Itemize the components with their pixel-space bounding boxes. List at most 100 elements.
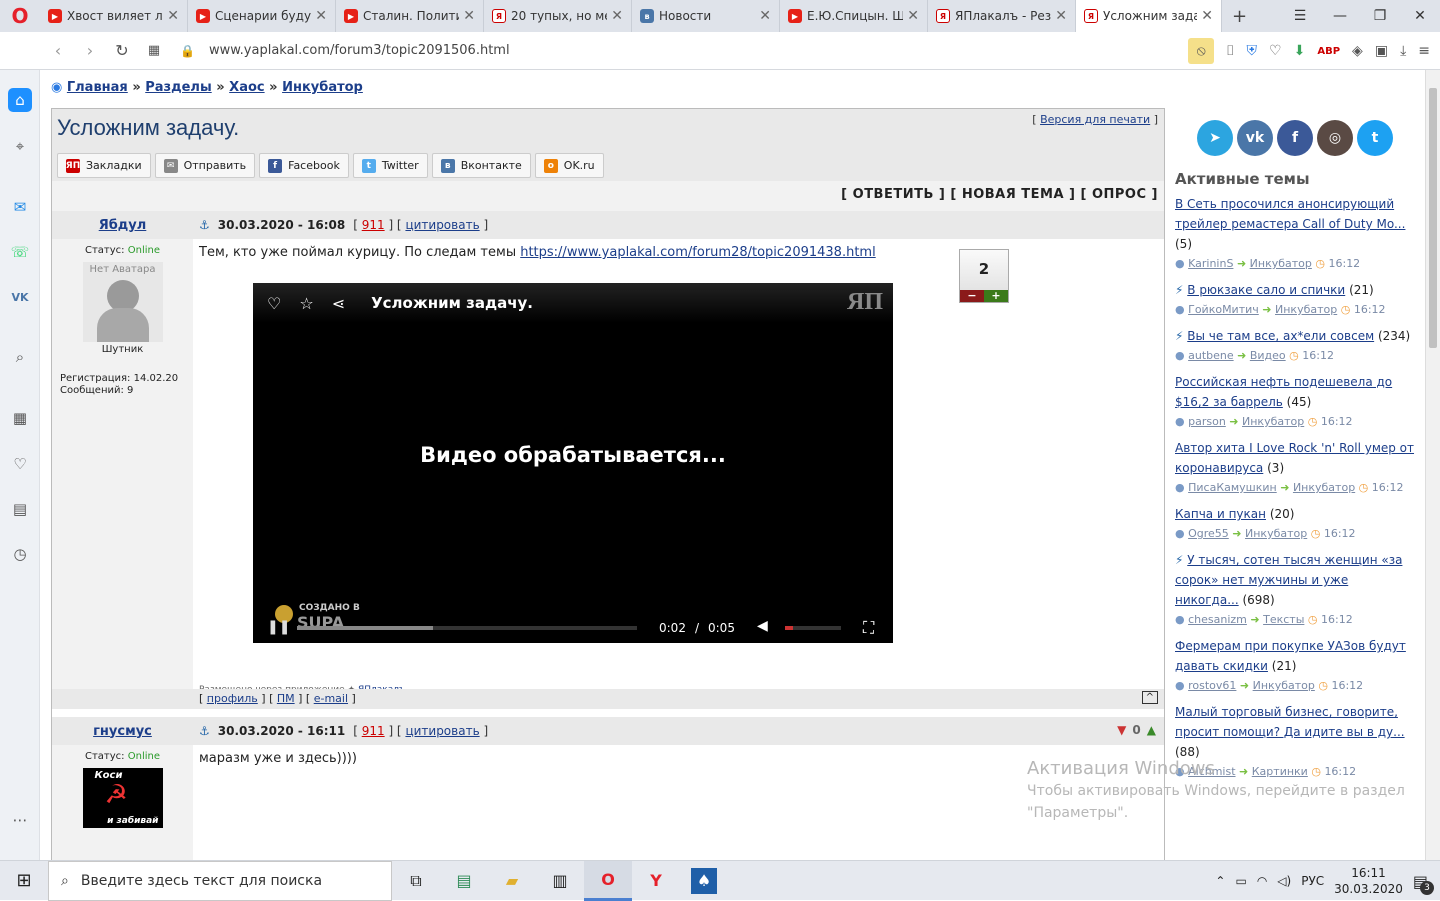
topic-author-link[interactable]: ГойкоМитич	[1188, 303, 1259, 316]
quote-link[interactable]: цитировать	[405, 218, 479, 232]
post-author[interactable]: гнусмус	[52, 724, 193, 739]
topic-section-link[interactable]: Инкубатор	[1253, 679, 1315, 692]
close-tab-icon[interactable]: ✕	[611, 8, 623, 24]
topic-author-link[interactable]: autbene	[1188, 349, 1234, 362]
extension-cube-icon[interactable]: ◈	[1352, 43, 1363, 59]
close-tab-icon[interactable]: ✕	[1055, 8, 1067, 24]
task-view-icon[interactable]: ⧉	[392, 861, 440, 901]
topic-author-link[interactable]: parson	[1188, 415, 1226, 428]
vpn-shield-icon[interactable]: ⛨	[1247, 43, 1258, 59]
history-icon[interactable]: ◷	[8, 542, 32, 566]
fullscreen-icon[interactable]: ⛶	[863, 618, 874, 638]
calculator-app-icon[interactable]: ▤	[440, 861, 488, 901]
whatsapp-icon[interactable]: ☏	[8, 240, 32, 264]
share-button[interactable]: о OK.ru	[534, 153, 604, 178]
topic-author-link[interactable]: KarininS	[1188, 257, 1233, 270]
browser-tab[interactable]: ЯЯПлакалъ - Резул✕	[928, 0, 1076, 32]
media-app-icon[interactable]: ▥	[536, 861, 584, 901]
active-topic-link[interactable]: Автор хита I Love Rock 'n' Roll умер от …	[1175, 441, 1414, 475]
active-topic-link[interactable]: В Сеть просочился анонсирующий трейлер р…	[1175, 197, 1405, 231]
topic-section-link[interactable]: Инкубатор	[1245, 527, 1307, 540]
breadcrumb-incubator[interactable]: Инкубатор	[282, 80, 363, 95]
vk-icon[interactable]: vk	[1237, 120, 1273, 156]
active-topic-link[interactable]: В рюкзаке сало и спички	[1187, 283, 1345, 297]
facebook-icon[interactable]: f	[1277, 120, 1313, 156]
minimize-icon[interactable]: —	[1320, 8, 1360, 24]
profile-link[interactable]: профиль	[207, 692, 258, 705]
close-tab-icon[interactable]: ✕	[759, 8, 771, 24]
yandex-browser-icon[interactable]: Y	[632, 861, 680, 901]
volume-icon[interactable]: ◁)	[1277, 874, 1291, 888]
post-number[interactable]: 911	[362, 218, 385, 232]
topic-author-link[interactable]: Ogre55	[1188, 527, 1229, 540]
volume-slider[interactable]	[785, 626, 841, 630]
close-tab-icon[interactable]: ✕	[167, 8, 179, 24]
opera-menu-icon[interactable]: O	[0, 0, 40, 32]
more-icon[interactable]: ⋯	[8, 808, 32, 832]
speed-dial-icon[interactable]: ▦	[138, 43, 170, 58]
progress-bar[interactable]	[297, 626, 637, 630]
bookmark-heart-icon[interactable]: ♡	[1269, 43, 1282, 59]
back-icon[interactable]: ‹	[42, 41, 74, 60]
topic-section-link[interactable]: Инкубатор	[1242, 415, 1304, 428]
topic-actions[interactable]: [ ОТВЕТИТЬ ] [ НОВАЯ ТЕМА ] [ ОПРОС ]	[52, 181, 1164, 211]
video-player[interactable]: ♡ ☆ ⋖ Усложним задачу. ЯП Видео обрабаты…	[253, 283, 893, 643]
abp-extension-icon[interactable]: ABP	[1317, 46, 1340, 57]
topic-author-link[interactable]: ПисаКамушкин	[1188, 481, 1277, 494]
breadcrumb-sections[interactable]: Разделы	[145, 80, 211, 95]
tab-menu-icon[interactable]: ☰	[1280, 8, 1320, 24]
network-icon[interactable]: ▭	[1235, 874, 1246, 888]
active-topic-link[interactable]: Малый торговый бизнес, говорите, просит …	[1175, 705, 1405, 739]
share-button[interactable]: t Twitter	[352, 153, 428, 178]
active-topic-link[interactable]: Вы че там все, ах*ели совсем	[1187, 329, 1374, 343]
close-tab-icon[interactable]: ✕	[315, 8, 327, 24]
notifications-icon[interactable]: ▤ 3	[1413, 872, 1434, 895]
pinboard-icon[interactable]: ⌖	[8, 134, 32, 158]
browser-tab[interactable]: Я20 тупых, но мес✕	[484, 0, 632, 32]
telegram-icon[interactable]: ➤	[1197, 120, 1233, 156]
maximize-icon[interactable]: ❐	[1360, 8, 1400, 24]
vk-icon[interactable]: VK	[8, 285, 32, 309]
post-link[interactable]: https://www.yaplakal.com/forum28/topic20…	[520, 245, 875, 260]
post-author[interactable]: Ябдул	[52, 218, 193, 233]
url-field[interactable]: www.yaplakal.com/forum3/topic2091506.htm…	[209, 43, 510, 58]
clock[interactable]: 16:11 30.03.2020	[1334, 865, 1403, 897]
rating-minus-button[interactable]: −	[960, 290, 984, 302]
anchor-icon[interactable]: ⚓	[199, 218, 210, 232]
opera-taskbar-icon[interactable]: O	[584, 860, 632, 901]
topic-section-link[interactable]: Тексты	[1263, 613, 1304, 626]
page-scrollbar[interactable]	[1425, 70, 1440, 860]
active-topic-link[interactable]: Капча и пукан	[1175, 507, 1266, 521]
messenger-icon[interactable]: ✉	[8, 195, 32, 219]
browser-tab[interactable]: ▶Хвост виляет лун✕	[40, 0, 188, 32]
forward-icon[interactable]: ›	[74, 41, 106, 60]
instagram-icon[interactable]: ◎	[1317, 120, 1353, 156]
news-icon[interactable]: ▤	[8, 497, 32, 521]
twitter-icon[interactable]: t	[1357, 120, 1393, 156]
email-link[interactable]: e-mail	[314, 692, 348, 705]
topic-section-link[interactable]: Видео	[1250, 349, 1286, 362]
active-topic-link[interactable]: Российская нефть подешевела до $16,2 за …	[1175, 375, 1392, 409]
reload-icon[interactable]: ↻	[106, 41, 138, 60]
browser-tab[interactable]: в Новости ✕	[632, 0, 780, 32]
thumbs-up-icon[interactable]: ▲	[1147, 723, 1156, 737]
browser-tab[interactable]: ▶Сценарии будущ✕	[188, 0, 336, 32]
scroll-top-button[interactable]: ^	[1141, 691, 1158, 704]
windows-start-icon[interactable]: ⊞	[0, 861, 48, 901]
anchor-icon[interactable]: ⚓	[199, 724, 210, 738]
breadcrumb-chaos[interactable]: Хаос	[229, 80, 264, 95]
topic-author-link[interactable]: rostov61	[1188, 679, 1236, 692]
topic-section-link[interactable]: Инкубатор	[1250, 257, 1312, 270]
extension-puzzle-icon[interactable]: ▣	[1375, 43, 1388, 59]
favorite-star-icon[interactable]: ☆	[299, 294, 313, 313]
pm-link[interactable]: ПМ	[277, 692, 295, 705]
share-button[interactable]: f Facebook	[259, 153, 349, 178]
share-icon[interactable]: ⋖	[332, 294, 345, 313]
home-icon[interactable]: ⌂	[8, 88, 32, 112]
breadcrumb-home[interactable]: Главная	[67, 80, 128, 95]
easy-setup-icon[interactable]: ≡	[1418, 43, 1430, 59]
browser-tab[interactable]: Я Усложним задач ✕	[1076, 0, 1222, 32]
tray-expand-icon[interactable]: ⌃	[1215, 874, 1225, 888]
close-window-icon[interactable]: ✕	[1400, 8, 1440, 24]
extension-icon[interactable]: ⬇	[1294, 43, 1306, 59]
